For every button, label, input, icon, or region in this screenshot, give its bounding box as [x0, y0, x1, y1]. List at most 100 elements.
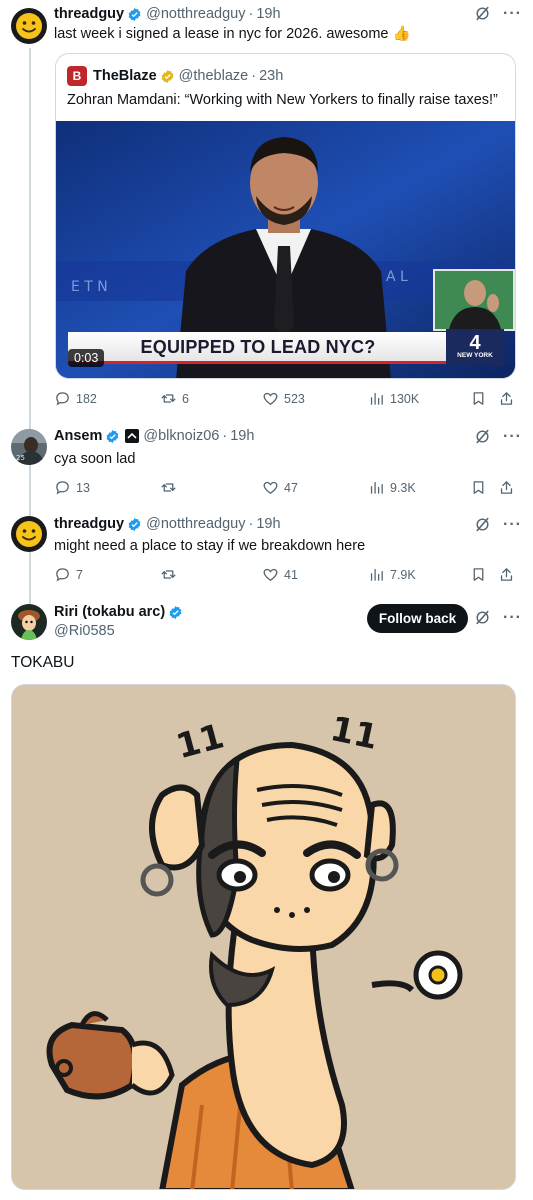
reply-count: 13 — [76, 480, 90, 495]
sign-language-interpreter-inset — [433, 269, 515, 331]
share-button[interactable] — [498, 566, 515, 583]
nbc-4-logo: 4 NEW YORK — [446, 329, 504, 365]
user-handle[interactable]: @notthreadguy — [146, 516, 245, 532]
display-name[interactable]: threadguy — [54, 516, 124, 532]
view-count: 9.3K — [390, 480, 416, 495]
user-handle[interactable]: @blknoiz06 — [143, 428, 219, 444]
reply-button[interactable]: 13 — [54, 479, 90, 496]
quoted-display-name[interactable]: TheBlaze — [93, 68, 157, 84]
display-name[interactable]: threadguy — [54, 6, 124, 22]
like-count: 41 — [284, 567, 298, 582]
logo-caption: NEW YORK — [457, 352, 493, 359]
tweet-header: threadguy @notthreadguy · 19h — [54, 6, 281, 22]
grok-icon[interactable] — [474, 5, 491, 22]
verified-badge-icon — [106, 429, 119, 443]
views-chart-icon — [370, 568, 383, 581]
chyron-text: EQUIPPED TO LEAD NYC? — [140, 336, 376, 357]
quoted-user-handle[interactable]: @theblaze — [179, 68, 249, 84]
profile-header: Riri (tokabu arc) — [54, 604, 183, 620]
repost-button[interactable] — [160, 566, 182, 583]
views-chart-icon — [370, 392, 383, 405]
bookmark-icon — [473, 392, 484, 405]
view-count: 130K — [390, 391, 420, 406]
bookmark-icon — [473, 481, 484, 494]
share-button[interactable] — [498, 390, 515, 407]
tweet-text: cya soon lad — [54, 451, 136, 467]
tweet-header: threadguy @notthreadguy · 19h — [54, 516, 281, 532]
like-count: 47 — [284, 480, 298, 495]
like-button[interactable]: 523 — [262, 390, 305, 407]
quoted-timestamp[interactable]: 23h — [259, 68, 283, 84]
tweet-top-actions: ··· — [474, 428, 522, 445]
heart-icon — [263, 392, 278, 405]
user-handle[interactable]: @notthreadguy — [146, 6, 245, 22]
more-options-icon[interactable]: ··· — [503, 609, 522, 626]
share-icon — [500, 392, 513, 405]
more-options-icon[interactable]: ··· — [503, 516, 522, 533]
tweet-action-bar: 182 6 523 130K — [54, 390, 516, 410]
follow-back-button[interactable]: Follow back — [367, 604, 468, 633]
separator-dot: · — [248, 6, 254, 22]
tweet-text: might need a place to stay if we breakdo… — [54, 538, 366, 554]
svg-text:E T N: E T N — [71, 279, 108, 295]
repost-count: 6 — [182, 391, 189, 406]
views-button[interactable]: 7.9K — [368, 566, 416, 583]
profile-display-name[interactable]: Riri (tokabu arc) — [54, 604, 165, 620]
verified-badge-icon — [169, 605, 182, 619]
views-button[interactable]: 9.3K — [368, 479, 416, 496]
grok-icon[interactable] — [474, 609, 491, 626]
avatar-riri[interactable] — [11, 604, 47, 640]
reply-icon — [56, 392, 69, 406]
quoted-tweet-text: Zohran Mamdani: “Working with New Yorker… — [67, 92, 498, 108]
quoted-tweet-card[interactable]: B TheBlaze @theblaze · 23h Zohran Mamdan… — [55, 53, 516, 379]
avatar-ansem[interactable]: 25 — [11, 429, 47, 465]
reply-button[interactable]: 182 — [54, 390, 97, 407]
separator-dot: · — [251, 68, 257, 84]
repost-icon — [161, 394, 176, 403]
share-button[interactable] — [498, 479, 515, 496]
repost-icon — [161, 483, 176, 492]
logo-number: 4 — [469, 332, 481, 354]
verified-badge-icon — [128, 7, 141, 21]
profile-handle[interactable]: @Ri0585 — [54, 623, 115, 639]
bookmark-button[interactable] — [470, 566, 487, 583]
bookmark-button[interactable] — [470, 390, 487, 407]
bookmark-icon — [473, 568, 484, 581]
timestamp[interactable]: 19h — [230, 428, 254, 444]
heart-icon — [263, 568, 278, 581]
like-button[interactable]: 47 — [262, 479, 298, 496]
share-icon — [500, 481, 513, 494]
more-options-icon[interactable]: ··· — [503, 428, 522, 445]
view-count: 7.9K — [390, 567, 416, 582]
timestamp[interactable]: 19h — [256, 6, 280, 22]
svg-text:A L: A L — [386, 269, 408, 285]
like-button[interactable]: 41 — [262, 566, 298, 583]
avatar-threadguy[interactable] — [11, 516, 47, 552]
repost-button[interactable]: 6 — [160, 390, 189, 407]
grok-icon[interactable] — [474, 516, 491, 533]
grok-icon[interactable] — [474, 428, 491, 445]
news-chyron: EQUIPPED TO LEAD NYC? — [68, 332, 448, 364]
separator-dot: · — [222, 428, 228, 444]
bookmark-button[interactable] — [470, 479, 487, 496]
views-button[interactable]: 130K — [368, 390, 419, 407]
quoted-video[interactable]: E T N A L EQUIPPED TO LEAD NYC? 4 NEW YO… — [56, 121, 515, 378]
theblaze-avatar[interactable]: B — [67, 66, 87, 86]
like-count: 523 — [284, 391, 305, 406]
repost-button[interactable] — [160, 479, 182, 496]
separator-dot: · — [248, 516, 254, 532]
post-image-tokabu-illustration[interactable]: 11 11 — [11, 684, 516, 1190]
verified-badge-icon — [128, 517, 141, 531]
tweet-top-actions: ··· — [474, 516, 522, 533]
chyron-red-stripe — [68, 361, 448, 364]
timestamp[interactable]: 19h — [256, 516, 280, 532]
gold-verified-badge-icon — [161, 69, 174, 83]
repost-icon — [161, 570, 176, 579]
avatar-threadguy[interactable] — [11, 8, 47, 44]
share-icon — [500, 568, 513, 581]
tweet-top-actions: ··· — [474, 609, 522, 626]
post-text: TOKABU — [11, 654, 75, 671]
reply-button[interactable]: 7 — [54, 566, 83, 583]
display-name[interactable]: Ansem — [54, 428, 102, 444]
more-options-icon[interactable]: ··· — [503, 5, 522, 22]
